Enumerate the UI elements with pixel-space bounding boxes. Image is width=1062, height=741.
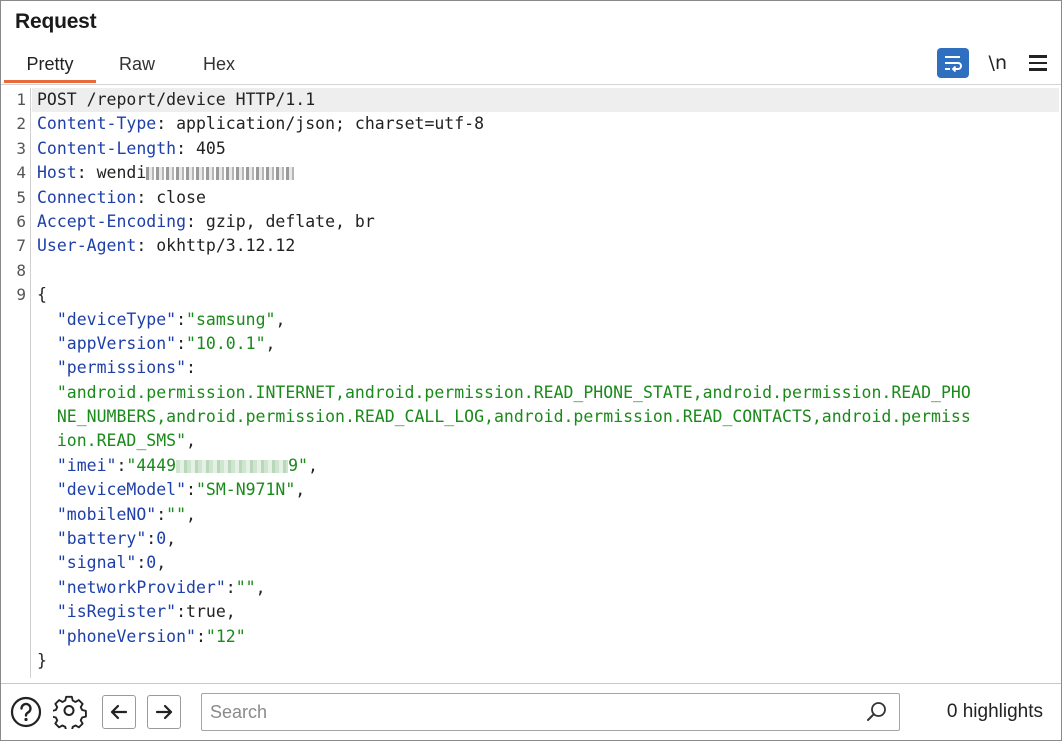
- header-line: Accept-Encoding: gzip, deflate, br: [37, 211, 375, 231]
- request-line: POST /report/device HTTP/1.1: [37, 88, 1051, 112]
- view-tabs: Pretty Raw Hex: [1, 49, 1061, 83]
- json-permissions-value: "android.permission.INTERNET,android.per…: [56, 382, 971, 402]
- tab-divider: [1, 84, 1061, 85]
- line-number: 3: [16, 138, 26, 158]
- header-value: application/json; charset=utf-8: [176, 114, 485, 134]
- help-button[interactable]: [9, 695, 43, 729]
- json-field-networkProvider: "networkProvider":"",: [56, 577, 266, 597]
- highlights-count: 0 highlights: [946, 701, 1043, 722]
- tab-pretty[interactable]: Pretty: [4, 54, 96, 83]
- json-field-phoneVersion: "phoneVersion":"12": [56, 626, 246, 646]
- search-bar: 0 highlights: [1, 684, 1061, 740]
- header-value: gzip, deflate, br: [205, 211, 375, 231]
- line-number: 2: [16, 114, 26, 134]
- line-number: 5: [16, 187, 26, 207]
- line-number: 7: [16, 236, 26, 256]
- json-open-brace: {: [37, 285, 47, 305]
- json-permissions-value: ion.READ_SMS",: [56, 431, 196, 451]
- arrow-right-icon: [155, 704, 173, 720]
- header-value: okhttp/3.12.12: [156, 236, 296, 256]
- previous-match-button[interactable]: [102, 695, 136, 729]
- search-icon[interactable]: [865, 700, 889, 724]
- json-field-imei: "imei":"4449 9",: [56, 455, 318, 475]
- header-line: Content-Length: 405: [37, 138, 226, 158]
- json-field-deviceType: "deviceType":"samsung",: [56, 309, 286, 329]
- header-line: Host: wendi: [37, 161, 1051, 185]
- code-content: POST /report/device HTTP/1.1 Content-Typ…: [37, 88, 1051, 673]
- header-name: Accept-Encoding: [37, 211, 187, 231]
- request-panel: Request Pretty Raw Hex \n 1 2 3 4 5 6 7: [0, 0, 1062, 741]
- header-line: Content-Type: application/json; charset=…: [37, 114, 485, 134]
- header-name: Content-Length: [37, 138, 177, 158]
- header-name: User-Agent: [37, 236, 137, 256]
- word-wrap-button[interactable]: [936, 48, 969, 78]
- editor-toolbar: \n: [936, 47, 1047, 79]
- header-line: User-Agent: okhttp/3.12.12: [37, 236, 296, 256]
- header-value: wendi: [96, 163, 147, 183]
- tab-hex[interactable]: Hex: [203, 54, 235, 83]
- json-close-brace: }: [37, 650, 47, 670]
- json-field-appVersion: "appVersion":"10.0.1",: [56, 333, 276, 353]
- next-match-button[interactable]: [147, 695, 181, 729]
- help-circle-icon: [10, 696, 42, 728]
- line-number: 1: [16, 90, 26, 109]
- json-field-deviceModel: "deviceModel":"SM-N971N",: [56, 480, 306, 500]
- json-field-permissions: "permissions":: [56, 358, 196, 378]
- redacted-imei: [176, 459, 289, 473]
- message-editor[interactable]: 1 2 3 4 5 6 7 8 9 POST /report/device HT…: [1, 88, 1059, 678]
- redacted-host: [146, 167, 297, 181]
- header-value: close: [156, 187, 206, 207]
- line-number: 6: [16, 211, 26, 231]
- request-line-text: POST /report/device HTTP/1.1: [37, 90, 316, 109]
- word-wrap-icon: [944, 56, 962, 72]
- json-field-signal: "signal":0,: [56, 553, 167, 573]
- show-newlines-button[interactable]: \n: [989, 52, 1007, 74]
- json-field-mobileNO: "mobileNO":"",: [56, 504, 196, 524]
- settings-button[interactable]: [53, 695, 87, 729]
- header-value: 405: [195, 138, 226, 158]
- line-number: 4: [16, 163, 26, 183]
- json-field-isRegister: "isRegister":true,: [56, 602, 236, 622]
- header-line: Connection: close: [37, 187, 206, 207]
- header-name: Connection: [37, 187, 137, 207]
- empty-line: [37, 259, 1051, 283]
- search-field: [201, 693, 900, 731]
- panel-title: Request: [15, 10, 97, 33]
- json-field-battery: "battery":0,: [56, 529, 177, 549]
- header-name: Content-Type: [37, 114, 157, 134]
- line-number: 9: [16, 285, 26, 305]
- tab-raw[interactable]: Raw: [119, 54, 155, 83]
- arrow-left-icon: [110, 704, 128, 720]
- header-name: Host: [37, 163, 77, 183]
- json-permissions-value: NE_NUMBERS,android.permission.READ_CALL_…: [56, 407, 971, 427]
- gear-icon: [53, 695, 87, 729]
- line-number: 8: [16, 260, 26, 280]
- hamburger-menu-icon[interactable]: [1029, 55, 1047, 71]
- search-input[interactable]: [210, 700, 850, 724]
- line-number-gutter: 1 2 3 4 5 6 7 8 9: [1, 88, 31, 678]
